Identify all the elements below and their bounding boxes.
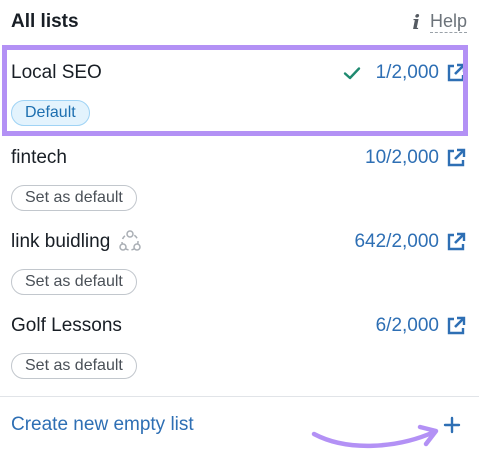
footer-divider xyxy=(0,396,479,397)
plus-icon[interactable] xyxy=(439,412,465,438)
set-as-default-button[interactable]: Set as default xyxy=(11,185,137,211)
panel-title: All lists xyxy=(11,11,79,32)
list-name: Local SEO xyxy=(11,62,102,83)
list-count: 1/2,000 xyxy=(375,62,439,83)
set-as-default-button[interactable]: Set as default xyxy=(11,269,137,295)
list-count: 6/2,000 xyxy=(375,315,439,336)
list-count: 10/2,000 xyxy=(365,147,439,168)
list-name: Golf Lessons xyxy=(11,315,122,336)
pointer-arrow xyxy=(311,424,439,449)
external-link-icon[interactable] xyxy=(445,315,467,337)
list-item-local-seo[interactable]: Local SEO 1/2,000 Default xyxy=(0,50,479,134)
info-icon: i xyxy=(412,10,420,34)
list-item-golf-lessons[interactable]: Golf Lessons 6/2,000 Set as default xyxy=(0,303,479,387)
list-item-link-buidling[interactable]: link buidling 642/2,000 Set as default xyxy=(0,219,479,303)
create-new-list-link[interactable]: Create new empty list xyxy=(11,414,194,436)
external-link-icon[interactable] xyxy=(445,231,467,253)
list-name-row: link buidling xyxy=(11,230,142,254)
list-count: 642/2,000 xyxy=(354,231,439,252)
help-link[interactable]: i Help xyxy=(412,11,467,33)
list-item-fintech[interactable]: fintech 10/2,000 Set as default xyxy=(0,135,479,219)
checkmark-icon xyxy=(342,63,362,83)
list-name: link buidling xyxy=(11,231,111,252)
external-link-icon[interactable] xyxy=(445,147,467,169)
set-as-default-button[interactable]: Set as default xyxy=(11,353,137,379)
list-name: fintech xyxy=(11,147,67,168)
help-label: Help xyxy=(429,11,467,33)
external-link-icon[interactable] xyxy=(445,62,467,84)
lists-header: All lists i Help xyxy=(0,0,479,44)
default-badge: Default xyxy=(11,100,90,126)
share-network-icon xyxy=(118,230,142,254)
